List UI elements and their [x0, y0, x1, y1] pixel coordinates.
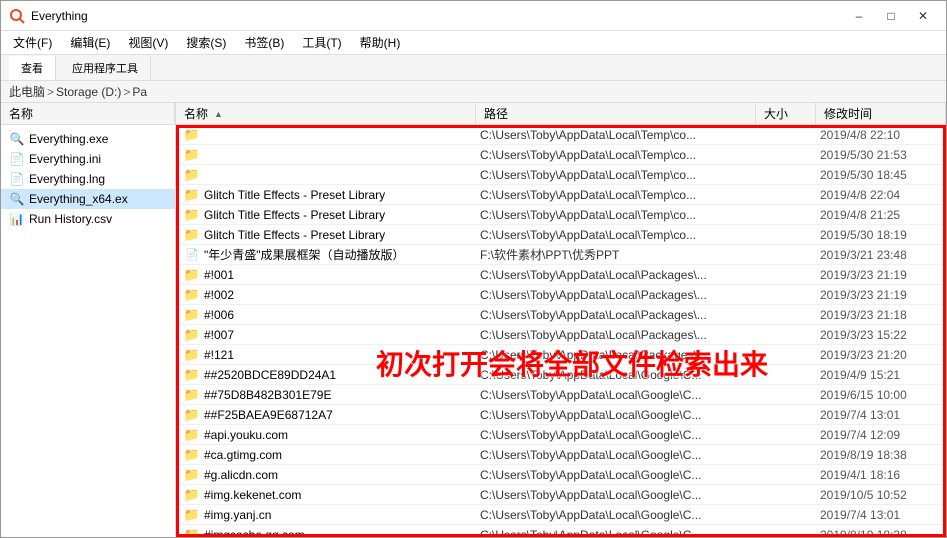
table-row[interactable]: 📁#api.youku.com C:\Users\Toby\AppData\Lo… [176, 425, 946, 445]
folder-icon: 📁 [184, 507, 200, 523]
left-item-run-history[interactable]: 📊 Run History.csv [1, 209, 175, 229]
file-icon: 📄 [9, 171, 25, 187]
table-row[interactable]: 📁 C:\Users\Toby\AppData\Local\Temp\co...… [176, 125, 946, 145]
path-drive[interactable]: Storage (D:) [56, 85, 121, 99]
folder-icon: 📁 [184, 227, 200, 243]
menu-file[interactable]: 文件(F) [5, 32, 60, 53]
col-header-name[interactable]: 名称 ▲ [176, 103, 476, 124]
csv-icon: 📊 [9, 211, 25, 227]
file-icon: 📄 [9, 151, 25, 167]
table-row[interactable]: 📁Glitch Title Effects - Preset Library C… [176, 185, 946, 205]
table-row[interactable]: 📁Glitch Title Effects - Preset Library C… [176, 205, 946, 225]
menu-view[interactable]: 视图(V) [120, 32, 176, 53]
left-col-name-header[interactable]: 名称 [1, 103, 175, 124]
menu-edit[interactable]: 编辑(E) [62, 32, 118, 53]
left-item-everything-ini[interactable]: 📄 Everything.ini [1, 149, 175, 169]
folder-icon: 📁 [184, 487, 200, 503]
folder-icon: 📁 [184, 467, 200, 483]
right-panel: 名称 ▲ 路径 大小 修改时间 📁 C:\Users\Toby\AppData\… [176, 103, 946, 537]
folder-icon: 📁 [184, 307, 200, 323]
results-table: 📁 C:\Users\Toby\AppData\Local\Temp\co...… [176, 125, 946, 537]
folder-icon: 📁 [184, 187, 200, 203]
folder-icon: 📁 [184, 287, 200, 303]
folder-icon: 📁 [184, 127, 200, 143]
window-title: Everything [31, 9, 844, 23]
table-row[interactable]: 📁#!002 C:\Users\Toby\AppData\Local\Packa… [176, 285, 946, 305]
left-item-label: Everything_x64.ex [29, 192, 128, 206]
tab-app-tools[interactable]: 应用程序工具 [60, 56, 151, 80]
left-item-label: Everything.ini [29, 152, 101, 166]
minimize-button[interactable]: – [844, 6, 874, 26]
left-item-everything-lng[interactable]: 📄 Everything.lng [1, 169, 175, 189]
folder-icon: 📁 [184, 527, 200, 538]
everything-window: Everything – □ ✕ 文件(F) 编辑(E) 视图(V) 搜索(S)… [0, 0, 947, 538]
left-panel: 名称 🔍 Everything.exe 📄 Everything.ini 📄 E… [1, 103, 176, 537]
table-row[interactable]: 📁#!006 C:\Users\Toby\AppData\Local\Packa… [176, 305, 946, 325]
table-row[interactable]: 📁#img.kekenet.com C:\Users\Toby\AppData\… [176, 485, 946, 505]
table-row[interactable]: 📁#g.alicdn.com C:\Users\Toby\AppData\Loc… [176, 465, 946, 485]
menu-tools[interactable]: 工具(T) [294, 32, 349, 53]
table-row[interactable]: 📁#!001 C:\Users\Toby\AppData\Local\Packa… [176, 265, 946, 285]
path-computer[interactable]: 此电脑 [9, 83, 45, 100]
folder-icon: 📁 [184, 327, 200, 343]
col-header-date[interactable]: 修改时间 [816, 103, 946, 124]
explorer-path: 此电脑 > Storage (D:) > Pa [1, 81, 946, 103]
menu-bar: 文件(F) 编辑(E) 视图(V) 搜索(S) 书签(B) 工具(T) 帮助(H… [1, 31, 946, 55]
file-icon: 📄 [184, 247, 200, 263]
folder-icon: 📁 [184, 167, 200, 183]
table-row[interactable]: 📁Glitch Title Effects - Preset Library C… [176, 225, 946, 245]
maximize-button[interactable]: □ [876, 6, 906, 26]
results-header: 名称 ▲ 路径 大小 修改时间 [176, 103, 946, 125]
menu-search[interactable]: 搜索(S) [178, 32, 234, 53]
table-row[interactable]: 📁#imgcache.qq.com C:\Users\Toby\AppData\… [176, 525, 946, 537]
explorer-toolbar: 查看 应用程序工具 [1, 55, 946, 81]
window-controls: – □ ✕ [844, 6, 938, 26]
col-header-size[interactable]: 大小 [756, 103, 816, 124]
sort-arrow-name: ▲ [214, 109, 223, 119]
table-row[interactable]: 📁##2520BDCE89DD24A1 C:\Users\Toby\AppDat… [176, 365, 946, 385]
left-panel-content: 🔍 Everything.exe 📄 Everything.ini 📄 Ever… [1, 125, 175, 537]
left-item-everything-x64[interactable]: 🔍 Everything_x64.ex [1, 189, 175, 209]
folder-icon: 📁 [184, 147, 200, 163]
menu-help[interactable]: 帮助(H) [352, 32, 409, 53]
main-content: 名称 🔍 Everything.exe 📄 Everything.ini 📄 E… [1, 103, 946, 537]
table-row[interactable]: 📁#!121 C:\Users\Toby\AppData\Local\Packa… [176, 345, 946, 365]
table-row[interactable]: 📁 C:\Users\Toby\AppData\Local\Temp\co...… [176, 165, 946, 185]
path-folder[interactable]: Pa [132, 85, 147, 99]
folder-icon: 📁 [184, 267, 200, 283]
exe-icon: 🔍 [9, 191, 25, 207]
folder-icon: 📁 [184, 387, 200, 403]
table-row[interactable]: 📁##F25BAEA9E68712A7 C:\Users\Toby\AppDat… [176, 405, 946, 425]
folder-icon: 📁 [184, 447, 200, 463]
close-button[interactable]: ✕ [908, 6, 938, 26]
exe-icon: 🔍 [9, 131, 25, 147]
menu-bookmark[interactable]: 书签(B) [236, 32, 292, 53]
col-header-path[interactable]: 路径 [476, 103, 756, 124]
table-row[interactable]: 📄"年少青盛"成果展框架（自动播放版） F:\软件素材\PPT\优秀PPT 20… [176, 245, 946, 265]
folder-icon: 📁 [184, 207, 200, 223]
folder-icon: 📁 [184, 367, 200, 383]
folder-icon: 📁 [184, 407, 200, 423]
table-row[interactable]: 📁#ca.gtimg.com C:\Users\Toby\AppData\Loc… [176, 445, 946, 465]
table-row[interactable]: 📁##75D8B482B301E79E C:\Users\Toby\AppDat… [176, 385, 946, 405]
table-row[interactable]: 📁#img.yanj.cn C:\Users\Toby\AppData\Loca… [176, 505, 946, 525]
folder-icon: 📁 [184, 347, 200, 363]
left-item-everything-exe[interactable]: 🔍 Everything.exe [1, 129, 175, 149]
tab-view[interactable]: 查看 [9, 56, 56, 80]
folder-icon: 📁 [184, 427, 200, 443]
table-row[interactable]: 📁 C:\Users\Toby\AppData\Local\Temp\co...… [176, 145, 946, 165]
title-bar: Everything – □ ✕ [1, 1, 946, 31]
left-item-label: Run History.csv [29, 212, 112, 226]
table-row[interactable]: 📁#!007 C:\Users\Toby\AppData\Local\Packa… [176, 325, 946, 345]
left-panel-header: 名称 [1, 103, 175, 125]
left-item-label: Everything.exe [29, 132, 108, 146]
left-item-label: Everything.lng [29, 172, 105, 186]
app-icon [9, 8, 25, 24]
